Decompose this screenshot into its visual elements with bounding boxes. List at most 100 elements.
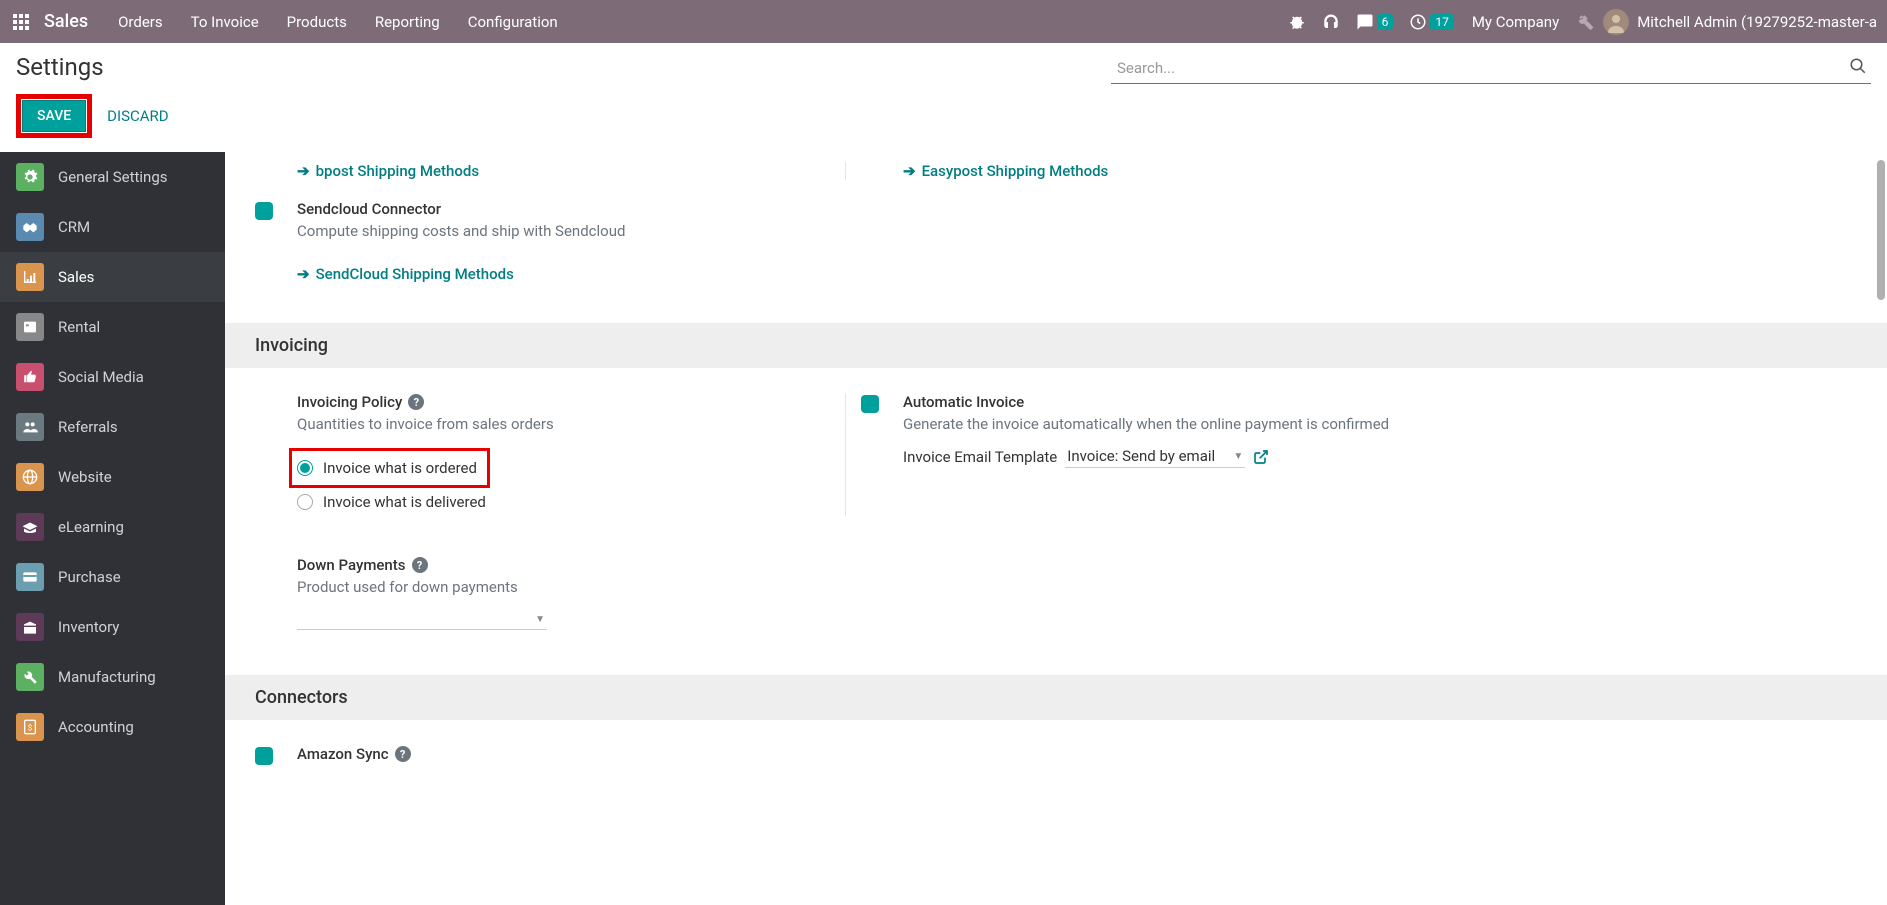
menu-orders[interactable]: Orders — [118, 13, 163, 31]
tools-icon[interactable] — [1577, 13, 1595, 31]
dollar-icon: $ — [16, 713, 44, 741]
sidebar-item-manufacturing[interactable]: Manufacturing — [0, 652, 225, 702]
sidebar-item-label: Inventory — [58, 618, 119, 636]
radio-icon — [297, 494, 313, 510]
company-name[interactable]: My Company — [1472, 13, 1559, 31]
graduation-icon — [16, 513, 44, 541]
sidebar-item-label: Referrals — [58, 418, 118, 436]
sidebar-item-elearning[interactable]: eLearning — [0, 502, 225, 552]
sidebar-item-rental[interactable]: Rental — [0, 302, 225, 352]
email-template-dropdown[interactable]: Invoice: Send by email ▼ — [1065, 445, 1245, 468]
sidebar-item-website[interactable]: Website — [0, 452, 225, 502]
chat-badge: 6 — [1377, 14, 1394, 30]
auto-invoice-checkbox[interactable] — [861, 395, 879, 413]
globe-icon — [16, 463, 44, 491]
amazon-title: Amazon Sync ? — [297, 745, 845, 763]
chevron-down-icon: ▼ — [1233, 451, 1243, 462]
sidebar-item-label: CRM — [58, 218, 90, 236]
help-icon[interactable]: ? — [408, 394, 424, 410]
clock-badge: 17 — [1430, 14, 1454, 30]
top-navigation: Sales Orders To Invoice Products Reporti… — [0, 0, 1887, 43]
user-name: Mitchell Admin (19279252-master-a — [1637, 13, 1877, 31]
sendcloud-checkbox[interactable] — [255, 202, 273, 220]
action-bar: SAVE DISCARD — [0, 84, 1887, 152]
sidebar-item-label: General Settings — [58, 168, 168, 186]
thumbs-up-icon — [16, 363, 44, 391]
menu-to-invoice[interactable]: To Invoice — [191, 13, 259, 31]
sidebar-item-label: Rental — [58, 318, 100, 336]
bug-icon[interactable] — [1288, 13, 1306, 31]
discard-button[interactable]: DISCARD — [107, 107, 168, 125]
sidebar-item-referrals[interactable]: Referrals — [0, 402, 225, 452]
menu-products[interactable]: Products — [287, 13, 347, 31]
sidebar-item-label: Purchase — [58, 568, 121, 586]
help-icon[interactable]: ? — [395, 746, 411, 762]
card-icon — [16, 563, 44, 591]
external-link-icon[interactable] — [1253, 449, 1269, 465]
gear-icon — [16, 163, 44, 191]
down-payments-desc: Product used for down payments — [297, 578, 845, 596]
chevron-down-icon: ▼ — [535, 614, 545, 625]
chat-icon[interactable]: 6 — [1356, 13, 1394, 31]
support-icon[interactable] — [1322, 13, 1340, 31]
search-input[interactable] — [1111, 53, 1871, 84]
sidebar-item-general-settings[interactable]: General Settings — [0, 152, 225, 202]
auto-invoice-desc: Generate the invoice automatically when … — [903, 415, 1857, 433]
people-icon — [16, 413, 44, 441]
wrench-icon — [16, 663, 44, 691]
invoicing-policy-title: Invoicing Policy ? — [297, 393, 845, 411]
settings-sidebar: General Settings CRM Sales Rental Social… — [0, 152, 225, 905]
link-sendcloud[interactable]: ➔ SendCloud Shipping Methods — [297, 265, 845, 283]
section-invoicing: Invoicing — [225, 323, 1887, 368]
link-bpost[interactable]: ➔ bpost Shipping Methods — [297, 162, 845, 180]
help-icon[interactable]: ? — [412, 557, 428, 573]
sidebar-item-label: Manufacturing — [58, 668, 156, 686]
app-brand[interactable]: Sales — [44, 11, 88, 32]
down-payments-title: Down Payments ? — [297, 556, 845, 574]
sidebar-item-label: Social Media — [58, 368, 144, 386]
sidebar-item-label: eLearning — [58, 518, 124, 536]
key-icon — [16, 313, 44, 341]
radio-invoice-ordered[interactable]: Invoice what is ordered — [297, 454, 477, 482]
user-menu[interactable]: Mitchell Admin (19279252-master-a — [1603, 9, 1877, 35]
clock-icon[interactable]: 17 — [1409, 13, 1454, 31]
menu-reporting[interactable]: Reporting — [375, 13, 440, 31]
arrow-icon: ➔ — [297, 162, 310, 180]
auto-invoice-title: Automatic Invoice — [903, 393, 1857, 411]
search-icon[interactable] — [1849, 57, 1867, 75]
apps-icon[interactable] — [10, 11, 32, 33]
box-icon — [16, 613, 44, 641]
sidebar-item-social-media[interactable]: Social Media — [0, 352, 225, 402]
sidebar-item-purchase[interactable]: Purchase — [0, 552, 225, 602]
sidebar-item-sales[interactable]: Sales — [0, 252, 225, 302]
scrollbar-thumb[interactable] — [1877, 160, 1885, 300]
save-button[interactable]: SAVE — [22, 100, 86, 132]
email-template-label: Invoice Email Template — [903, 448, 1057, 466]
arrow-icon: ➔ — [297, 265, 310, 283]
menu-configuration[interactable]: Configuration — [468, 13, 558, 31]
link-easypost[interactable]: ➔ Easypost Shipping Methods — [903, 162, 1857, 180]
sidebar-item-label: Website — [58, 468, 112, 486]
amazon-checkbox[interactable] — [255, 747, 273, 765]
page-header: Settings — [0, 43, 1887, 84]
sendcloud-desc: Compute shipping costs and ship with Sen… — [297, 222, 845, 240]
svg-text:$: $ — [28, 723, 33, 732]
chart-icon — [16, 263, 44, 291]
sidebar-item-label: Sales — [58, 268, 94, 286]
arrow-icon: ➔ — [903, 162, 916, 180]
sidebar-item-crm[interactable]: CRM — [0, 202, 225, 252]
settings-content: ➔ bpost Shipping Methods ➔ Easypost Ship… — [225, 152, 1887, 905]
section-connectors: Connectors — [225, 675, 1887, 720]
sidebar-item-label: Accounting — [58, 718, 134, 736]
avatar — [1603, 9, 1629, 35]
radio-highlight: Invoice what is ordered — [289, 448, 490, 488]
sendcloud-title: Sendcloud Connector — [297, 200, 845, 218]
invoicing-policy-desc: Quantities to invoice from sales orders — [297, 415, 845, 433]
down-payment-product-dropdown[interactable]: ▼ — [297, 606, 547, 630]
sidebar-item-inventory[interactable]: Inventory — [0, 602, 225, 652]
sidebar-item-accounting[interactable]: $ Accounting — [0, 702, 225, 752]
save-highlight: SAVE — [16, 94, 92, 138]
radio-invoice-delivered[interactable]: Invoice what is delivered — [297, 488, 845, 516]
handshake-icon — [16, 213, 44, 241]
page-title: Settings — [16, 53, 104, 81]
